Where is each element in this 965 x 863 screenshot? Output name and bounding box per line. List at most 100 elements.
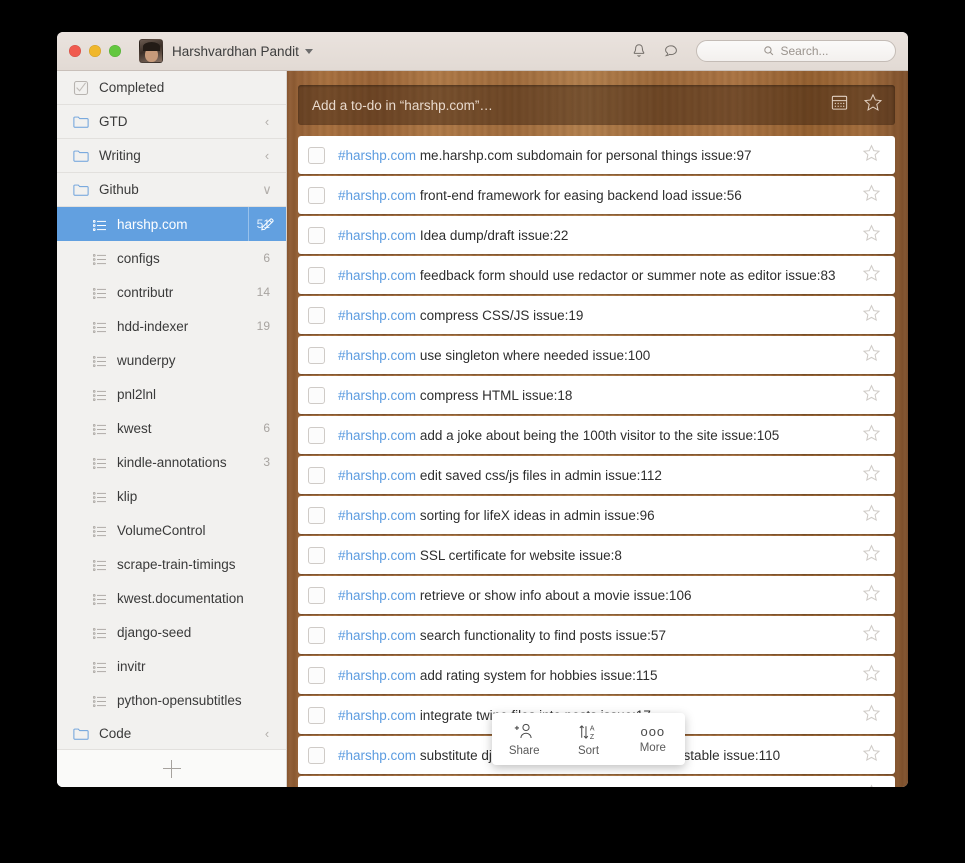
todo-tag[interactable]: #harshp.com: [338, 188, 416, 203]
todo-tag[interactable]: #harshp.com: [338, 148, 416, 163]
todo-tag[interactable]: #harshp.com: [338, 468, 416, 483]
todo-checkbox[interactable]: [308, 146, 325, 164]
todo-row[interactable]: #harshp.com compress HTML issue:18: [298, 376, 895, 414]
avatar[interactable]: [139, 39, 163, 63]
todo-tag[interactable]: #harshp.com: [338, 428, 416, 443]
todo-row[interactable]: #harshp.com feedback form should use red…: [298, 256, 895, 294]
todo-star-icon[interactable]: [862, 143, 881, 167]
add-todo-input[interactable]: Add a to-do in “harshp.com”…: [298, 85, 895, 125]
sidebar-item-klip[interactable]: klip: [57, 479, 286, 513]
todo-star-icon[interactable]: [862, 583, 881, 607]
todo-tag[interactable]: #harshp.com: [338, 268, 416, 283]
todo-row[interactable]: #harshp.com me.harshp.com subdomain for …: [298, 136, 895, 174]
sidebar-item-scrape-train-timings[interactable]: scrape-train-timings: [57, 547, 286, 581]
calendar-icon[interactable]: [830, 93, 849, 117]
todo-star-icon[interactable]: [862, 463, 881, 487]
chevron-left-icon[interactable]: ‹: [260, 114, 274, 129]
todo-row[interactable]: #harshp.com compress CSS/JS issue:19: [298, 296, 895, 334]
sidebar-scroll-area[interactable]: Completed GTD ‹ Writing ‹ Github ∨ harsh…: [57, 71, 286, 749]
todo-row[interactable]: #harshp.com SSL certificate for website …: [298, 536, 895, 574]
todo-checkbox[interactable]: [308, 626, 325, 644]
todo-row[interactable]: #harshp.com sorting for lifeX ideas in a…: [298, 496, 895, 534]
todo-checkbox[interactable]: [308, 586, 325, 604]
todo-row[interactable]: #harshp.com use singleton where needed i…: [298, 336, 895, 374]
share-button[interactable]: Share: [492, 722, 556, 757]
todo-checkbox[interactable]: [308, 666, 325, 684]
sidebar-item-pnl2lnl[interactable]: pnl2lnl: [57, 377, 286, 411]
close-button[interactable]: [69, 45, 81, 57]
todo-checkbox[interactable]: [308, 386, 325, 404]
todo-checkbox[interactable]: [308, 346, 325, 364]
bell-icon[interactable]: [630, 42, 648, 60]
todo-checkbox[interactable]: [308, 466, 325, 484]
todo-star-icon[interactable]: [862, 343, 881, 367]
sidebar-item-django-seed[interactable]: django-seed: [57, 615, 286, 649]
sidebar-item-kindle-annotations[interactable]: kindle-annotations 3: [57, 445, 286, 479]
todo-tag[interactable]: #harshp.com: [338, 748, 416, 763]
todo-row[interactable]: #harshp.com add a joke about being the 1…: [298, 416, 895, 454]
todo-row[interactable]: #harshp.com edit saved css/js files in a…: [298, 456, 895, 494]
todo-row[interactable]: #harshp.com front-end framework for easi…: [298, 176, 895, 214]
sidebar-item-completed[interactable]: Completed: [57, 71, 286, 105]
chevron-down-icon[interactable]: ∨: [260, 182, 274, 198]
todo-row[interactable]: #harshp.com search functionality to find…: [298, 616, 895, 654]
minimize-button[interactable]: [89, 45, 101, 57]
todo-star-icon[interactable]: [862, 543, 881, 567]
todo-checkbox[interactable]: [308, 706, 325, 724]
chevron-left-icon[interactable]: ‹: [260, 148, 274, 163]
sidebar-folder-gtd[interactable]: GTD ‹: [57, 105, 286, 139]
more-button[interactable]: ooo More: [621, 724, 685, 754]
sidebar-item-wunderpy[interactable]: wunderpy: [57, 343, 286, 377]
search-input[interactable]: Search...: [696, 40, 896, 62]
sort-button[interactable]: A Z Sort: [556, 722, 620, 757]
todo-star-icon[interactable]: [862, 623, 881, 647]
todo-checkbox[interactable]: [308, 786, 325, 787]
sidebar-item-harshp-com[interactable]: harshp.com 51: [57, 207, 286, 241]
todo-star-icon[interactable]: [862, 663, 881, 687]
todo-star-icon[interactable]: [862, 423, 881, 447]
todo-star-icon[interactable]: [862, 223, 881, 247]
todo-checkbox[interactable]: [308, 426, 325, 444]
zoom-button[interactable]: [109, 45, 121, 57]
sidebar-item-configs[interactable]: configs 6: [57, 241, 286, 275]
todo-checkbox[interactable]: [308, 226, 325, 244]
todo-tag[interactable]: #harshp.com: [338, 308, 416, 323]
sidebar-folder-writing[interactable]: Writing ‹: [57, 139, 286, 173]
sidebar-item-kwest[interactable]: kwest 6: [57, 411, 286, 445]
todo-star-icon[interactable]: [862, 303, 881, 327]
chat-bubble-icon[interactable]: [662, 42, 680, 60]
todo-tag[interactable]: #harshp.com: [338, 228, 416, 243]
todo-checkbox[interactable]: [308, 546, 325, 564]
todo-tag[interactable]: #harshp.com: [338, 548, 416, 563]
todo-tag[interactable]: #harshp.com: [338, 628, 416, 643]
sidebar-folder-github[interactable]: Github ∨: [57, 173, 286, 207]
chevron-left-icon[interactable]: ‹: [260, 726, 274, 741]
star-icon[interactable]: [863, 93, 883, 117]
todo-row[interactable]: #harshp.com photoshoot mod: [298, 776, 895, 787]
sidebar-item-contributr[interactable]: contributr 14: [57, 275, 286, 309]
sidebar-folder-code[interactable]: Code ‹: [57, 717, 286, 749]
sidebar-item-python-opensubtitles[interactable]: python-opensubtitles: [57, 683, 286, 717]
todo-row[interactable]: #harshp.com add rating system for hobbie…: [298, 656, 895, 694]
sidebar-item-hdd-indexer[interactable]: hdd-indexer 19: [57, 309, 286, 343]
todo-row[interactable]: #harshp.com retrieve or show info about …: [298, 576, 895, 614]
todo-tag[interactable]: #harshp.com: [338, 508, 416, 523]
todo-checkbox[interactable]: [308, 746, 325, 764]
plus-icon[interactable]: [162, 759, 181, 778]
todo-star-icon[interactable]: [862, 263, 881, 287]
chevron-down-icon[interactable]: [304, 48, 313, 54]
todo-row[interactable]: #harshp.com Idea dump/draft issue:22: [298, 216, 895, 254]
todo-star-icon[interactable]: [862, 383, 881, 407]
todo-checkbox[interactable]: [308, 186, 325, 204]
todo-tag[interactable]: #harshp.com: [338, 588, 416, 603]
todo-checkbox[interactable]: [308, 506, 325, 524]
todo-star-icon[interactable]: [862, 183, 881, 207]
todo-tag[interactable]: #harshp.com: [338, 708, 416, 723]
todo-star-icon[interactable]: [862, 503, 881, 527]
sidebar-item-volumecontrol[interactable]: VolumeControl: [57, 513, 286, 547]
todo-star-icon[interactable]: [862, 783, 881, 787]
sidebar-item-invitr[interactable]: invitr: [57, 649, 286, 683]
todo-checkbox[interactable]: [308, 306, 325, 324]
todo-tag[interactable]: #harshp.com: [338, 348, 416, 363]
todo-star-icon[interactable]: [862, 703, 881, 727]
